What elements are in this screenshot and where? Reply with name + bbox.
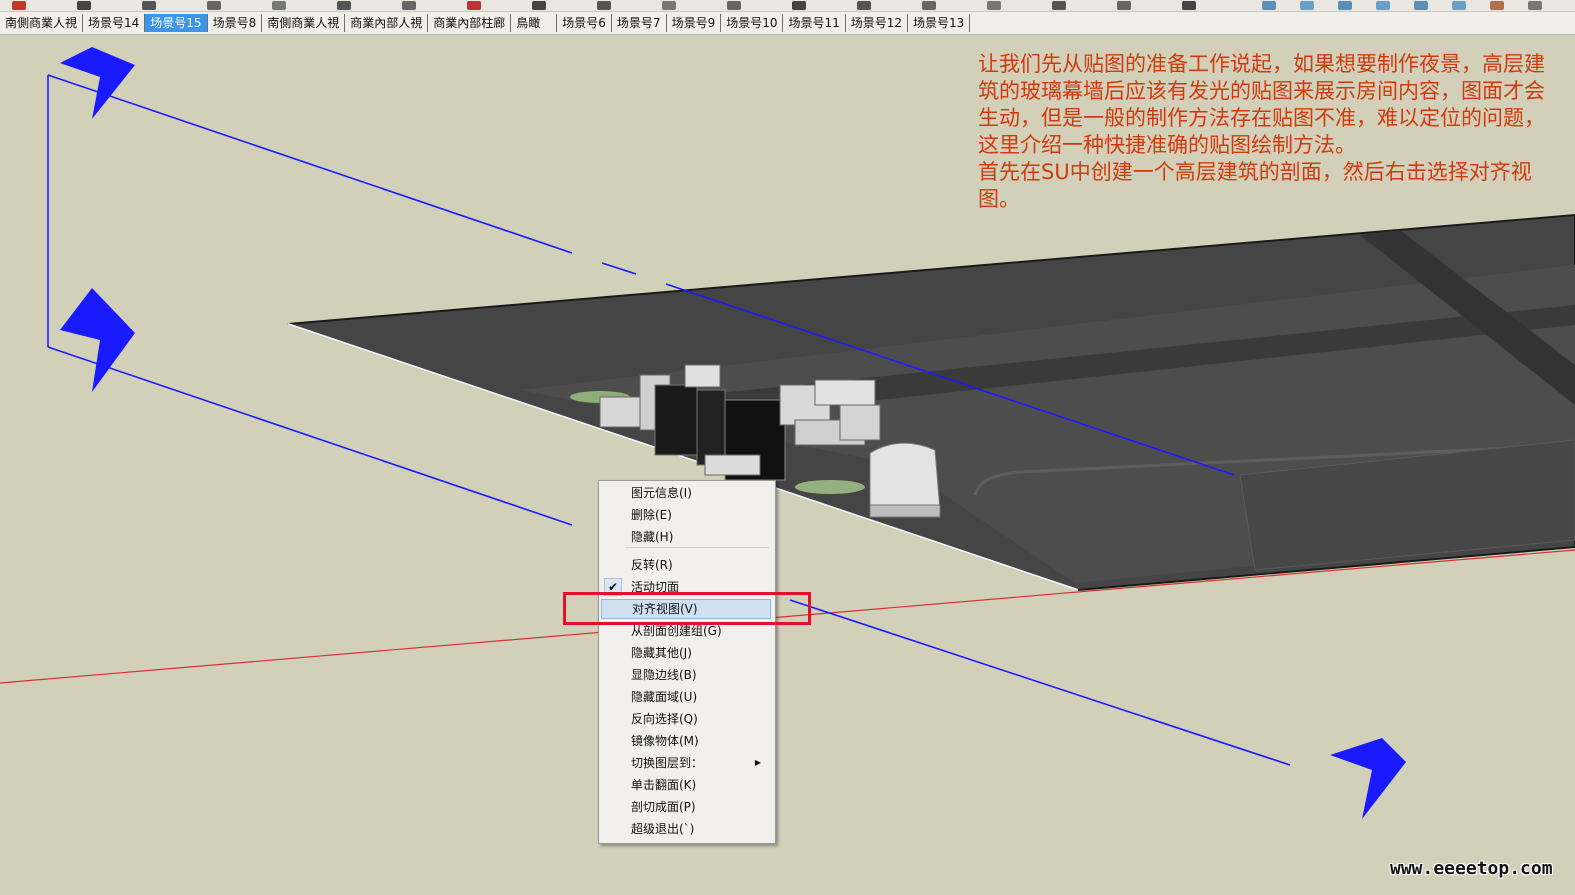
context-menu-item[interactable]: 活动切面 ✔ xyxy=(601,577,771,597)
menu-item-label: 隐藏其他(J) xyxy=(631,646,692,660)
context-menu-item[interactable]: 切换图层到： ▶ xyxy=(601,753,771,773)
scene-tab[interactable]: 商業內部人視 xyxy=(345,14,429,32)
context-menu-item[interactable]: 删除(E) xyxy=(601,505,771,525)
annotation-paragraph-1: 让我们先从贴图的准备工作说起，如果想要制作夜景，高层建筑的玻璃幕墙后应该有发光的… xyxy=(978,52,1545,157)
context-menu-item[interactable]: 反向选择(Q) xyxy=(601,709,771,729)
scene-tab[interactable]: 场景号7 xyxy=(612,14,667,32)
move-icon[interactable] xyxy=(337,1,351,10)
zoom-icon[interactable] xyxy=(987,1,1001,10)
context-menu-item[interactable]: 反转(R) xyxy=(601,555,771,575)
scale-icon[interactable] xyxy=(467,1,481,10)
offset-icon[interactable] xyxy=(532,1,546,10)
look-icon[interactable] xyxy=(1117,1,1131,10)
layer-icon[interactable] xyxy=(1490,1,1504,10)
menu-item-label: 切换图层到： xyxy=(631,756,704,770)
tape-icon[interactable] xyxy=(597,1,611,10)
red-axis-line xyxy=(0,549,1575,684)
context-menu-item[interactable]: 显隐边线(B) xyxy=(601,665,771,685)
scene-tab[interactable]: 场景号15 xyxy=(145,14,208,32)
menu-item-label: 剖切成面(P) xyxy=(631,800,696,814)
watermark: www.eeeetop.com xyxy=(1390,858,1553,879)
context-menu-item[interactable]: 隐藏(H) xyxy=(601,527,771,547)
menu-item-label: 反转(R) xyxy=(631,558,673,572)
shape-icon[interactable] xyxy=(207,1,221,10)
menu-item-label: 从剖面创建组(G) xyxy=(631,624,722,638)
dimension-icon[interactable] xyxy=(662,1,676,10)
text-icon[interactable] xyxy=(727,1,741,10)
menu-item-label: 对齐视图(V) xyxy=(632,602,698,616)
context-menu-item[interactable]: 从剖面创建组(G) xyxy=(601,621,771,641)
scene-tab[interactable]: 南側商業人視 xyxy=(262,14,346,32)
rotate-icon[interactable] xyxy=(402,1,416,10)
view-right-icon[interactable] xyxy=(1376,1,1390,10)
scene-tab[interactable]: 场景号13 xyxy=(908,14,971,32)
context-menu-item[interactable]: 单击翻面(K) xyxy=(601,775,771,795)
menu-item-label: 删除(E) xyxy=(631,508,672,522)
scene-tab[interactable]: 场景号10 xyxy=(721,14,784,32)
scene-tab[interactable]: 场景号11 xyxy=(783,14,846,32)
push-pull-icon[interactable] xyxy=(272,1,286,10)
view-top-icon[interactable] xyxy=(1300,1,1314,10)
scene-tab[interactable]: 场景号14 xyxy=(83,14,146,32)
pan-icon[interactable] xyxy=(922,1,936,10)
annotation-paragraph-2: 首先在SU中创建一个高层建筑的剖面，然后右击选择对齐视图。 xyxy=(978,160,1532,211)
menu-item-label: 单击翻面(K) xyxy=(631,778,697,792)
view-iso-icon[interactable] xyxy=(1262,1,1276,10)
context-menu-item[interactable]: 超级退出(`) xyxy=(601,819,771,839)
context-menu-item[interactable]: 镜像物体(M) xyxy=(601,731,771,751)
context-menu-item[interactable]: 隐藏面域(U) xyxy=(601,687,771,707)
view-front-icon[interactable] xyxy=(1338,1,1352,10)
scene-tab[interactable]: 商業內部柱廊 xyxy=(428,14,512,32)
view-left-icon[interactable] xyxy=(1452,1,1466,10)
shadow-icon[interactable] xyxy=(1528,1,1542,10)
menu-item-label: 镜像物体(M) xyxy=(631,734,699,748)
walk-icon[interactable] xyxy=(1052,1,1066,10)
menu-separator xyxy=(625,547,769,548)
section-icon[interactable] xyxy=(1182,1,1196,10)
main-toolbar xyxy=(0,0,1575,12)
section-context-menu: 图元信息(I) 删除(E) 隐藏(H) 反转(R) 活动切面 ✔ 对齐视图(V) 从剖面创建组… xyxy=(598,480,776,844)
scene-tab[interactable]: 南側商業人視 xyxy=(0,14,84,32)
scene-tab[interactable]: 场景号9 xyxy=(667,14,722,32)
menu-item-label: 显隐边线(B) xyxy=(631,668,697,682)
checkmark-icon: ✔ xyxy=(604,578,622,596)
scene-tab[interactable]: 鳥瞰 xyxy=(511,14,558,32)
context-menu-item[interactable]: 剖切成面(P) xyxy=(601,797,771,817)
menu-item-label: 活动切面 xyxy=(631,580,680,594)
scene-tab[interactable]: 场景号6 xyxy=(557,14,612,32)
view-back-icon[interactable] xyxy=(1414,1,1428,10)
scene-tab[interactable]: 场景号12 xyxy=(846,14,909,32)
scene-tabs-bar: 南側商業人視 场景号14 场景号15 场景号8 南側商業人視 商業內部人視 商業內部柱廊 鳥瞰… xyxy=(0,12,1575,35)
tutorial-annotation: 让我们先从贴图的准备工作说起，如果想要制作夜景，高层建筑的玻璃幕墙后应该有发光的… xyxy=(978,51,1558,213)
menu-item-label: 反向选择(Q) xyxy=(631,712,698,726)
green-lawn xyxy=(795,480,865,494)
red-tool-icon[interactable] xyxy=(12,1,26,10)
context-menu-item[interactable]: 对齐视图(V) xyxy=(601,599,771,619)
context-menu-item[interactable]: 隐藏其他(J) xyxy=(601,643,771,663)
menu-item-label: 超级退出(`) xyxy=(631,822,695,836)
pencil-icon[interactable] xyxy=(77,1,91,10)
menu-item-label: 图元信息(I) xyxy=(631,486,692,500)
scene-tab[interactable]: 场景号8 xyxy=(208,14,263,32)
context-menu-item[interactable]: 图元信息(I) xyxy=(601,483,771,503)
orbit-icon[interactable] xyxy=(857,1,871,10)
arc-icon[interactable] xyxy=(142,1,156,10)
menu-item-label: 隐藏(H) xyxy=(631,530,674,544)
menu-item-label: 隐藏面域(U) xyxy=(631,690,698,704)
axes-icon[interactable] xyxy=(792,1,806,10)
submenu-arrow-icon: ▶ xyxy=(754,758,761,767)
